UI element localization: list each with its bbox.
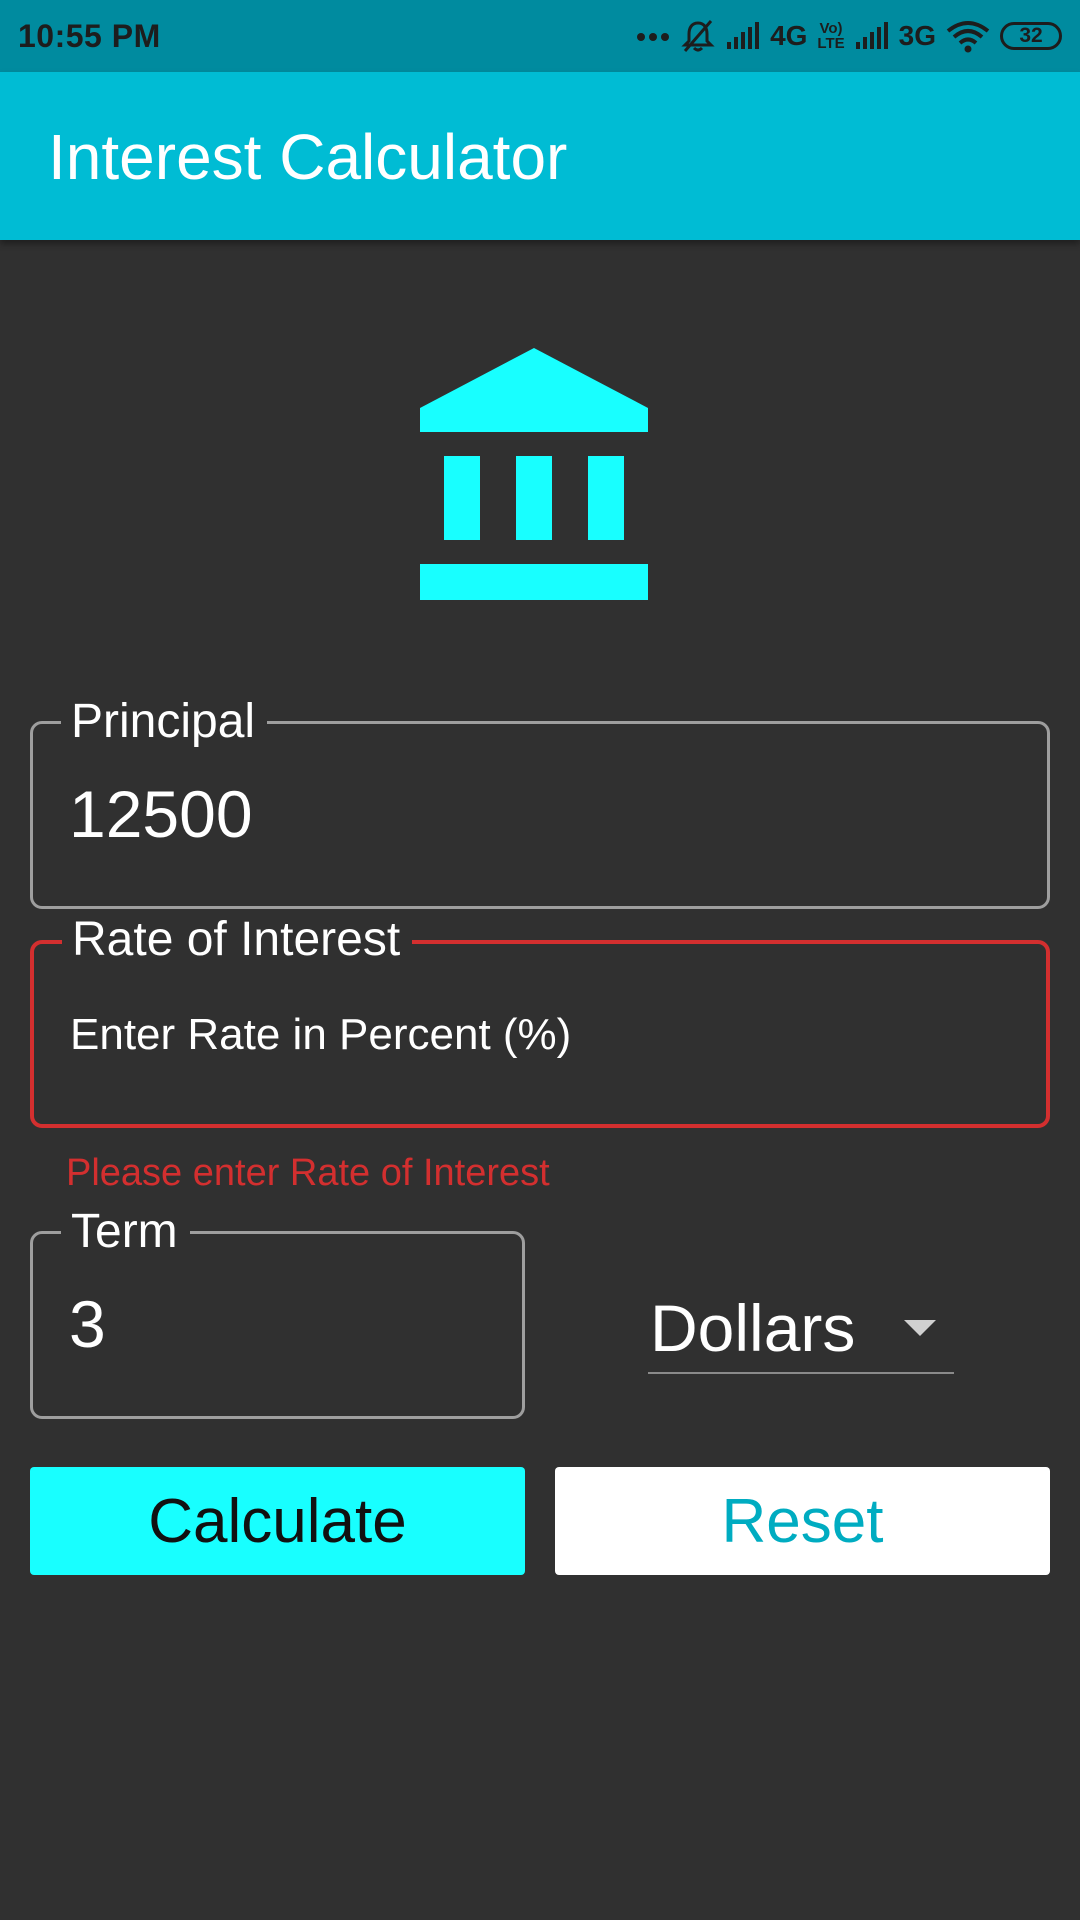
principal-field[interactable]: Principal 12500 bbox=[30, 694, 1050, 909]
screen: 10:55 PM 4G Vo) LTE 3G 32 Interest Calcu… bbox=[0, 0, 1080, 1920]
app-title: Interest Calculator bbox=[48, 121, 568, 193]
status-time: 10:55 PM bbox=[18, 18, 161, 54]
rate-error-message: Please enter Rate of Interest bbox=[66, 1152, 550, 1194]
rate-input[interactable]: Enter Rate in Percent (%) bbox=[70, 1010, 571, 1060]
network-type-1: 4G bbox=[770, 20, 808, 51]
currency-dropdown[interactable]: Dollars bbox=[648, 1280, 954, 1374]
dropdown-arrow-icon bbox=[904, 1320, 936, 1336]
volte-indicator: Vo) LTE bbox=[817, 20, 845, 52]
more-dots-icon bbox=[637, 33, 670, 41]
term-field[interactable]: Term 3 bbox=[30, 1204, 525, 1419]
term-label: Term bbox=[61, 1204, 190, 1260]
network-type-2: 3G bbox=[898, 20, 936, 51]
muted-bell-icon bbox=[681, 20, 715, 52]
bank-icon bbox=[420, 348, 648, 600]
battery-indicator: 32 bbox=[1000, 22, 1062, 50]
principal-input[interactable]: 12500 bbox=[69, 776, 253, 852]
signal-icon bbox=[727, 22, 760, 49]
battery-level: 32 bbox=[1019, 24, 1043, 47]
signal-icon bbox=[855, 22, 888, 49]
currency-selected: Dollars bbox=[650, 1291, 856, 1365]
status-icons: 4G Vo) LTE 3G 32 bbox=[636, 14, 1062, 58]
calculate-button[interactable]: Calculate bbox=[30, 1467, 525, 1575]
reset-button[interactable]: Reset bbox=[555, 1467, 1050, 1575]
term-input[interactable]: 3 bbox=[69, 1286, 106, 1362]
app-bar: Interest Calculator bbox=[0, 72, 1080, 240]
rate-label: Rate of Interest bbox=[62, 912, 413, 968]
status-bar: 10:55 PM 4G Vo) LTE 3G 32 bbox=[0, 0, 1080, 72]
rate-field[interactable]: Rate of Interest Enter Rate in Percent (… bbox=[30, 912, 1050, 1128]
wifi-icon bbox=[946, 21, 990, 53]
principal-label: Principal bbox=[61, 694, 268, 750]
